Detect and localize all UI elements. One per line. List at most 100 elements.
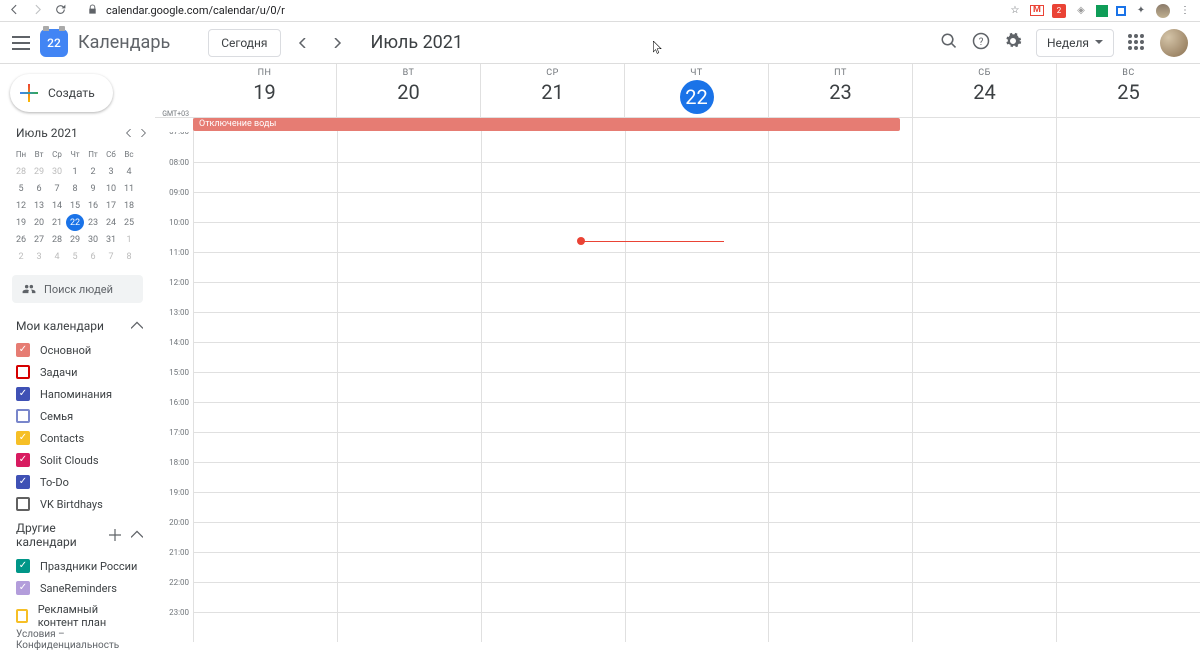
ext-icon-1[interactable]: 2: [1052, 4, 1066, 18]
time-cell[interactable]: [337, 253, 481, 282]
mini-day[interactable]: 4: [48, 248, 66, 265]
time-cell[interactable]: [1056, 583, 1200, 612]
time-cell[interactable]: [481, 163, 625, 192]
mini-day[interactable]: 19: [12, 214, 30, 231]
time-cell[interactable]: [481, 283, 625, 312]
time-cell[interactable]: [768, 463, 912, 492]
time-cell[interactable]: [337, 433, 481, 462]
time-cell[interactable]: [481, 253, 625, 282]
calendar-checkbox[interactable]: [16, 365, 30, 379]
time-cell[interactable]: [625, 463, 769, 492]
view-selector-button[interactable]: Неделя: [1036, 29, 1114, 57]
time-cell[interactable]: [481, 132, 625, 162]
day-number[interactable]: 24: [973, 80, 995, 104]
mini-day[interactable]: 3: [30, 248, 48, 265]
time-cell[interactable]: [193, 343, 337, 372]
time-cell[interactable]: [481, 373, 625, 402]
time-cell[interactable]: [337, 373, 481, 402]
time-cell[interactable]: [1056, 373, 1200, 402]
prev-period-button[interactable]: [291, 31, 315, 55]
browser-url[interactable]: calendar.google.com/calendar/u/0/r: [106, 4, 1000, 17]
calendar-checkbox[interactable]: [16, 559, 30, 573]
time-cell[interactable]: [912, 523, 1056, 552]
time-cell[interactable]: [768, 373, 912, 402]
time-cell[interactable]: [481, 343, 625, 372]
other-calendars-header[interactable]: Другие календари: [0, 515, 155, 555]
time-cell[interactable]: [337, 283, 481, 312]
time-cell[interactable]: [481, 463, 625, 492]
time-cell[interactable]: [912, 313, 1056, 342]
time-cell[interactable]: [625, 403, 769, 432]
time-cell[interactable]: [193, 583, 337, 612]
footer-links[interactable]: Условия – Конфиденциальность: [16, 629, 155, 651]
time-cell[interactable]: [912, 433, 1056, 462]
time-cell[interactable]: [1056, 613, 1200, 642]
mini-day[interactable]: 7: [48, 180, 66, 197]
time-cell[interactable]: [912, 132, 1056, 162]
time-cell[interactable]: [768, 253, 912, 282]
day-number[interactable]: 19: [253, 80, 275, 104]
time-cell[interactable]: [1056, 283, 1200, 312]
time-cell[interactable]: [481, 403, 625, 432]
calendar-item[interactable]: Задачи: [12, 361, 143, 383]
mini-day[interactable]: 31: [102, 231, 120, 248]
time-cell[interactable]: [193, 433, 337, 462]
time-cell[interactable]: [1056, 223, 1200, 252]
my-calendars-header[interactable]: Мои календари: [0, 313, 155, 339]
time-cell[interactable]: [193, 613, 337, 642]
allday-cell[interactable]: [1056, 118, 1200, 132]
calendar-item[interactable]: Solit Clouds: [12, 449, 143, 471]
mini-day[interactable]: 16: [84, 197, 102, 214]
add-calendar-icon[interactable]: [109, 529, 121, 541]
mini-day[interactable]: 5: [66, 248, 84, 265]
mini-day[interactable]: 7: [102, 248, 120, 265]
time-cell[interactable]: [768, 523, 912, 552]
mini-day[interactable]: 29: [30, 163, 48, 180]
browser-reload-icon[interactable]: [54, 3, 67, 19]
gmail-ext-icon[interactable]: M: [1030, 5, 1044, 16]
time-cell[interactable]: [625, 163, 769, 192]
calendar-checkbox[interactable]: [16, 343, 30, 357]
time-cell[interactable]: [1056, 523, 1200, 552]
time-cell[interactable]: [337, 193, 481, 222]
calendar-item[interactable]: Праздники России: [12, 555, 143, 577]
time-cell[interactable]: [912, 493, 1056, 522]
mini-day[interactable]: 5: [12, 180, 30, 197]
mini-day[interactable]: 6: [84, 248, 102, 265]
time-cell[interactable]: [1056, 132, 1200, 162]
time-cell[interactable]: [912, 253, 1056, 282]
time-cell[interactable]: [768, 613, 912, 642]
ext-icon-2[interactable]: ◈: [1074, 4, 1088, 18]
time-cell[interactable]: [912, 223, 1056, 252]
day-header[interactable]: ПТ23: [768, 64, 912, 117]
time-cell[interactable]: [625, 343, 769, 372]
time-cell[interactable]: [625, 193, 769, 222]
time-cell[interactable]: [768, 493, 912, 522]
time-cell[interactable]: [768, 343, 912, 372]
time-cell[interactable]: [481, 493, 625, 522]
time-cell[interactable]: [625, 223, 769, 252]
time-cell[interactable]: [1056, 343, 1200, 372]
calendar-item[interactable]: SaneReminders: [12, 577, 143, 599]
time-cell[interactable]: [1056, 403, 1200, 432]
mini-day[interactable]: 25: [120, 214, 138, 231]
star-icon[interactable]: ☆: [1008, 4, 1022, 18]
time-cell[interactable]: [337, 313, 481, 342]
time-cell[interactable]: [337, 613, 481, 642]
time-cell[interactable]: [1056, 193, 1200, 222]
time-cell[interactable]: [768, 403, 912, 432]
time-cell[interactable]: [481, 553, 625, 582]
calendar-checkbox[interactable]: [16, 475, 30, 489]
time-cell[interactable]: [1056, 493, 1200, 522]
main-menu-icon[interactable]: [12, 36, 30, 50]
time-cell[interactable]: [337, 463, 481, 492]
time-cell[interactable]: [768, 223, 912, 252]
mini-day[interactable]: 13: [30, 197, 48, 214]
search-people-input[interactable]: Поиск людей: [12, 275, 143, 303]
time-cell[interactable]: [625, 283, 769, 312]
time-cell[interactable]: [768, 433, 912, 462]
time-cell[interactable]: [193, 132, 337, 162]
time-cell[interactable]: [625, 373, 769, 402]
day-number[interactable]: 21: [541, 80, 563, 104]
time-cell[interactable]: [337, 223, 481, 252]
